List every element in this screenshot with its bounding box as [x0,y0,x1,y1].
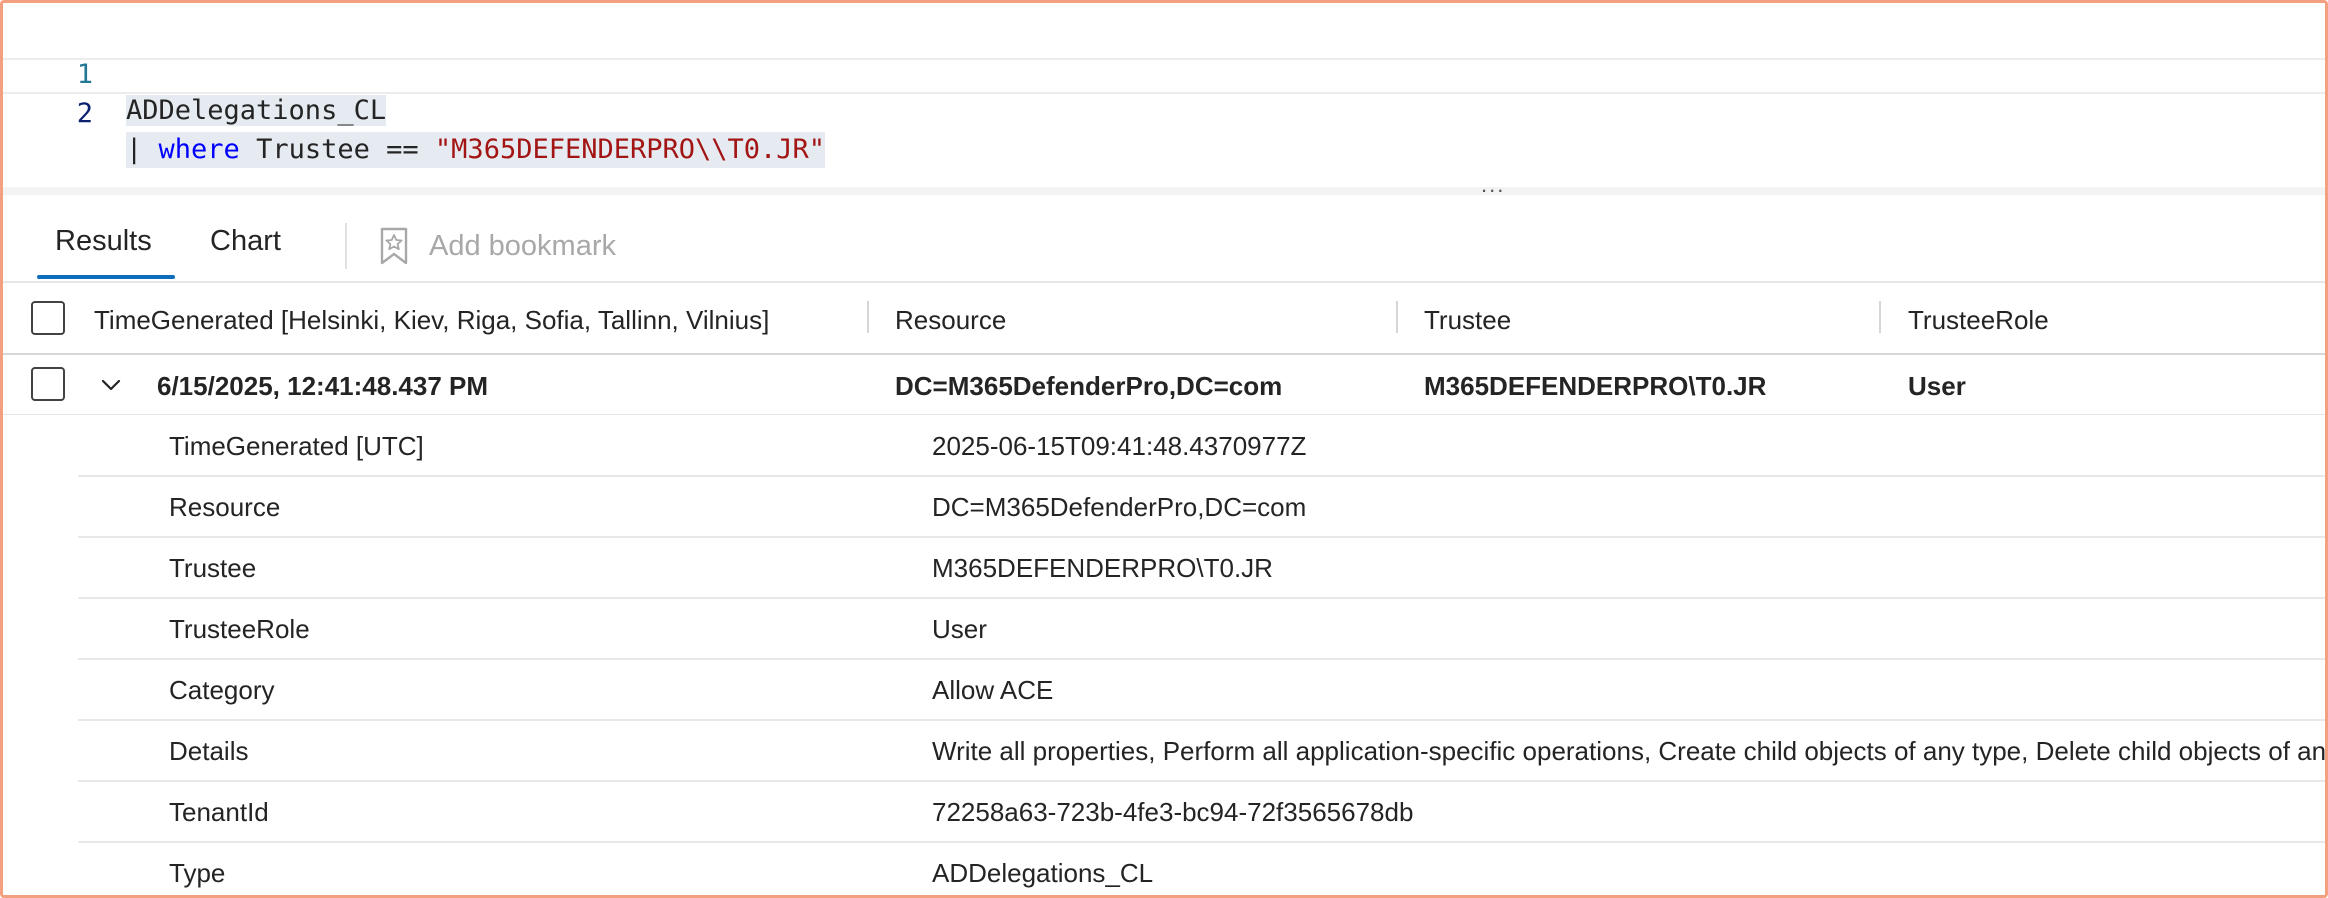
cell-trustee: M365DEFENDERPRO\T0.JR [1424,371,1767,401]
equals-operator: == [386,134,419,165]
detail-value: DC=M365DefenderPro,DC=com [932,492,1307,522]
bookmark-star-icon [380,227,408,265]
tab-results[interactable]: Results [55,225,152,258]
table-name: ADDelegations_CL [126,95,387,126]
splitter-handle-icon[interactable]: ... [1481,174,1505,196]
results-tabs: Results Chart Add bookmark [3,213,2325,283]
window-frame: 1 ADDelegations_CL 2 | where Trustee == … [0,0,2328,898]
column-resize-handle[interactable] [1396,301,1398,333]
detail-row: TimeGenerated [UTC] 2025-06-15T09:41:48.… [78,416,2325,477]
detail-row: Category Allow ACE [78,660,2325,721]
detail-key: TrusteeRole [169,614,310,644]
cell-trusteerole: User [1908,371,1966,401]
row-checkbox[interactable] [31,367,65,401]
pipe-operator: | [126,134,143,165]
detail-value: Write all properties, Perform all applic… [932,736,2328,766]
detail-key: TenantId [169,797,269,827]
detail-value: Allow ACE [932,675,1054,705]
toolbar-divider [345,223,347,269]
detail-value: M365DEFENDERPRO\T0.JR [932,553,1273,583]
where-keyword: where [158,134,240,165]
detail-key: Resource [169,492,281,522]
detail-row: Trustee M365DEFENDERPRO\T0.JR [78,538,2325,599]
code-text[interactable]: | where Trustee == "M365DEFENDERPRO\\T0.… [126,132,826,168]
code-line-2[interactable]: 2 | where Trustee == "M365DEFENDERPRO\\T… [3,58,2325,168]
add-bookmark-button[interactable]: Add bookmark [379,227,616,265]
detail-row: TrusteeRole User [78,599,2325,660]
chevron-down-icon[interactable] [99,373,123,397]
cell-resource: DC=M365DefenderPro,DC=com [895,371,1283,401]
column-resize-handle[interactable] [867,301,869,333]
field-name: Trustee [256,134,370,165]
code-line-1[interactable]: 1 ADDelegations_CL [3,21,2325,126]
column-header-trusteerole[interactable]: TrusteeRole [1908,305,2049,336]
detail-value: 2025-06-15T09:41:48.4370977Z [932,431,1307,461]
add-bookmark-label: Add bookmark [429,229,616,262]
detail-row: Resource DC=M365DefenderPro,DC=com [78,477,2325,538]
select-all-checkbox[interactable] [31,301,65,335]
detail-row: Details Write all properties, Perform al… [78,721,2328,782]
column-header-trustee[interactable]: Trustee [1424,305,1511,336]
column-header-timegenerated[interactable]: TimeGenerated [Helsinki, Kiev, Riga, Sof… [94,305,769,336]
code-text[interactable]: ADDelegations_CL [126,93,387,129]
detail-value: User [932,614,987,644]
grid-header: TimeGenerated [Helsinki, Kiev, Riga, Sof… [3,283,2325,355]
detail-key: Trustee [169,553,257,583]
detail-key: Type [169,858,226,888]
detail-row: Type ADDelegations_CL [78,843,2325,895]
cell-timegenerated: 6/15/2025, 12:41:48.437 PM [157,371,489,401]
column-header-resource[interactable]: Resource [895,305,1006,336]
string-literal: "M365DEFENDERPRO\\T0.JR" [434,134,826,165]
detail-value: 72258a63-723b-4fe3-bc94-72f3565678db [932,797,1414,827]
query-editor[interactable]: 1 ADDelegations_CL 2 | where Trustee == … [3,3,2325,189]
detail-row: TenantId 72258a63-723b-4fe3-bc94-72f3565… [78,782,2325,843]
detail-value: ADDelegations_CL [932,858,1154,888]
tab-chart[interactable]: Chart [210,225,281,258]
line-number: 2 [76,98,93,129]
table-row[interactable]: 6/15/2025, 12:41:48.437 PM DC=M365Defend… [3,355,2325,415]
column-resize-handle[interactable] [1879,301,1881,333]
active-tab-indicator [37,275,175,279]
detail-key: Details [169,736,249,766]
detail-key: TimeGenerated [UTC] [169,431,424,461]
detail-key: Category [169,675,275,705]
pane-splitter[interactable] [3,187,2325,195]
